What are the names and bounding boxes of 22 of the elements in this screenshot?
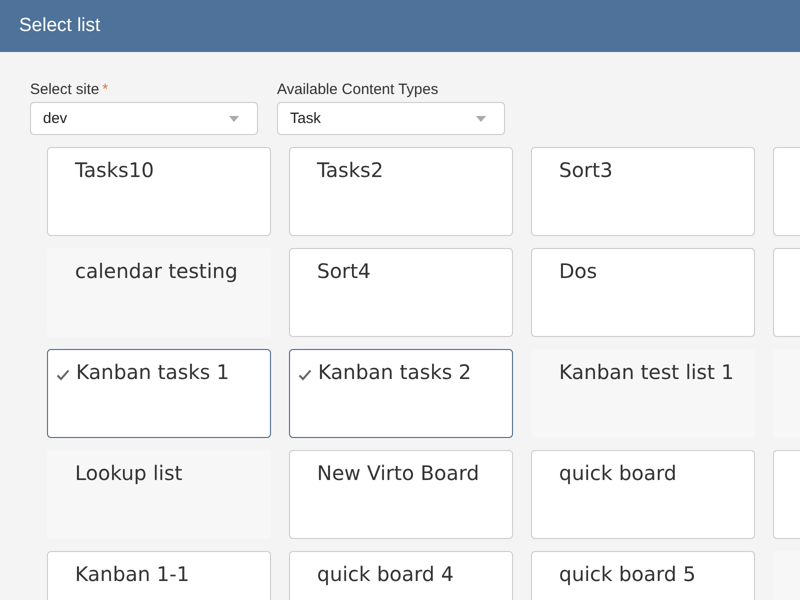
field-label: Available Content Types [277, 81, 438, 98]
check-icon [298, 368, 312, 382]
list-tile[interactable]: Tasks2 [289, 147, 513, 236]
list-tile[interactable]: New Virto Board [289, 450, 513, 539]
caret-icon [476, 116, 486, 122]
check-icon [56, 368, 70, 382]
list-tile[interactable]: Kanban tasks 1 [47, 349, 271, 438]
list-tile[interactable]: Kanban 1-1 [47, 551, 271, 600]
list-tile[interactable]: Dos [531, 248, 755, 337]
list-tile[interactable]: Sort4 [289, 248, 513, 337]
list-tile[interactable]: quick board [531, 450, 755, 539]
field-label: Select site [30, 81, 100, 98]
list-tile[interactable]: Tasks10 [47, 147, 271, 236]
list-tile[interactable]: quick board 5 [531, 551, 755, 600]
list-tile[interactable]: Sort3 [531, 147, 755, 236]
required-mark: * [102, 81, 108, 98]
list-tile[interactable]: quick board 4 [289, 551, 513, 600]
dropdown-field[interactable]: dev [30, 102, 258, 135]
caret-icon [229, 116, 239, 122]
dropdown-field[interactable]: Task [277, 102, 505, 135]
header-title: Select list [19, 15, 100, 37]
list-tile[interactable]: Kanban tasks 2 [289, 349, 513, 438]
